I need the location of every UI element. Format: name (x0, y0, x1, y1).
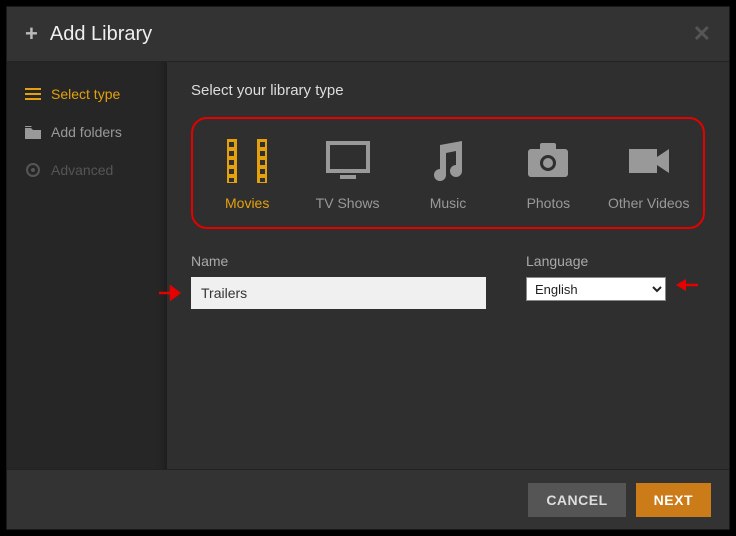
sidebar-item-label: Select type (51, 86, 120, 102)
type-other-videos[interactable]: Other Videos (604, 139, 694, 211)
main-panel: Select your library type Movie (167, 62, 729, 469)
name-input[interactable] (191, 277, 486, 309)
type-label: Movies (225, 195, 269, 211)
gear-icon (25, 163, 41, 177)
list-icon (25, 87, 41, 101)
sidebar-item-add-folders[interactable]: Add folders (7, 118, 167, 146)
film-icon (223, 139, 271, 183)
language-label: Language (526, 253, 666, 269)
plus-icon: + (25, 21, 38, 47)
language-select[interactable]: English (526, 277, 666, 301)
sidebar-item-advanced: Advanced (7, 156, 167, 184)
name-label: Name (191, 253, 486, 269)
camera-icon (524, 139, 572, 183)
type-tv-shows[interactable]: TV Shows (303, 139, 393, 211)
close-icon[interactable]: ✕ (693, 21, 711, 47)
music-icon (424, 139, 472, 183)
type-label: Other Videos (608, 195, 689, 211)
library-type-selector: Movies TV Shows (191, 117, 705, 229)
type-music[interactable]: Music (403, 139, 493, 211)
sidebar: Select type Add folders Advanced (7, 62, 167, 469)
type-movies[interactable]: Movies (202, 139, 292, 211)
sidebar-item-label: Add folders (51, 124, 122, 140)
cancel-button[interactable]: CANCEL (528, 483, 625, 517)
video-icon (625, 139, 673, 183)
modal-title: Add Library (50, 23, 152, 46)
section-title: Select your library type (191, 82, 705, 99)
annotation-arrow-icon (672, 277, 700, 293)
name-field: Name (191, 253, 486, 309)
next-button[interactable]: NEXT (636, 483, 711, 517)
add-library-modal: + Add Library ✕ Select type Add folders (6, 6, 730, 530)
tv-icon (324, 139, 372, 183)
type-photos[interactable]: Photos (503, 139, 593, 211)
sidebar-item-select-type[interactable]: Select type (7, 80, 167, 108)
language-field: Language English (526, 253, 666, 309)
folder-icon (25, 126, 41, 139)
modal-footer: CANCEL NEXT (7, 469, 729, 529)
type-label: Music (430, 195, 467, 211)
modal-body: Select type Add folders Advanced Select … (7, 62, 729, 469)
annotation-arrow-icon (157, 285, 185, 301)
modal-header: + Add Library ✕ (7, 7, 729, 62)
form-row: Name Language English (191, 253, 705, 309)
sidebar-item-label: Advanced (51, 162, 113, 178)
type-label: Photos (527, 195, 571, 211)
type-label: TV Shows (316, 195, 380, 211)
